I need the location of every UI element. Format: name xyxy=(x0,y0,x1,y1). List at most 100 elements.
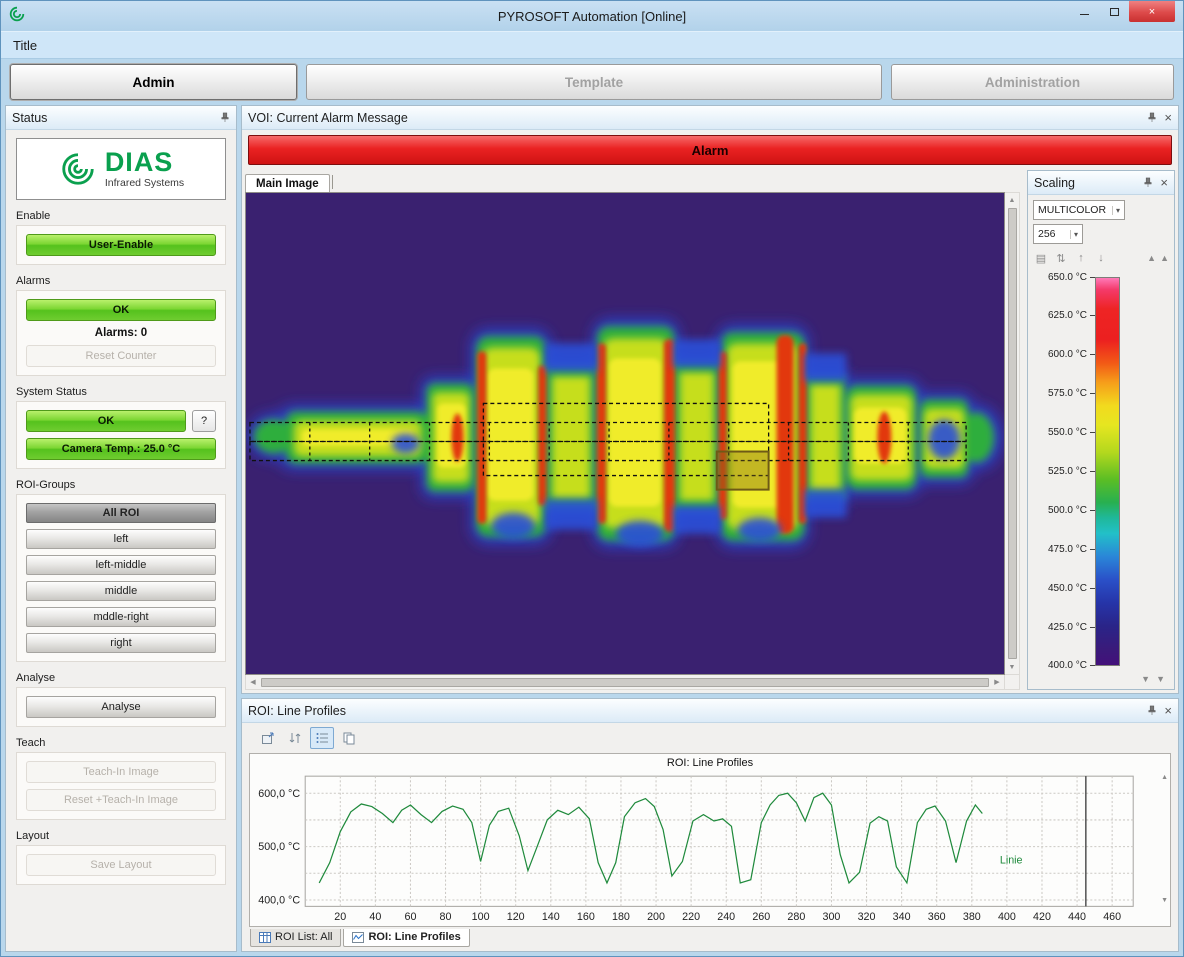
color-scale-bar xyxy=(1095,277,1120,666)
profiles-bottom-tabs: ROI List: All ROI: Line Profiles xyxy=(242,927,1178,951)
scale-tick: 400.0 °C xyxy=(1033,660,1095,672)
scaling-pin-button[interactable] xyxy=(1143,177,1153,188)
close-icon: × xyxy=(1149,6,1155,18)
scale-palette-icon[interactable]: ▤ xyxy=(1033,250,1049,266)
maximize-button[interactable] xyxy=(1099,1,1129,22)
scaling-panel: Scaling × MULTICOLOR ▾ xyxy=(1027,170,1175,690)
roi-highlight-rect xyxy=(717,452,769,490)
tab-line-profiles[interactable]: ROI: Line Profiles xyxy=(343,929,469,947)
alarms-ok-button[interactable]: OK xyxy=(26,299,216,321)
profiles-close-button[interactable]: × xyxy=(1164,704,1172,717)
levels-select[interactable]: 256 ▾ xyxy=(1033,224,1083,244)
svg-text:120: 120 xyxy=(507,911,525,923)
voi-panel-header: VOI: Current Alarm Message × xyxy=(242,106,1178,130)
alarm-banner-wrap: Alarm xyxy=(242,130,1178,170)
user-enable-button[interactable]: User-Enable xyxy=(26,234,216,256)
enable-group: Enable User-Enable xyxy=(16,210,226,265)
profiles-chart-svg[interactable]: 2040608010012014016018020022024026028030… xyxy=(250,771,1170,926)
scale-shift-up-icon[interactable]: ▲ xyxy=(1147,253,1156,263)
scale-tick: 550.0 °C xyxy=(1033,427,1095,439)
save-layout-button[interactable]: Save Layout xyxy=(26,854,216,876)
svg-text:220: 220 xyxy=(682,911,700,923)
app-icon xyxy=(8,5,26,28)
close-icon: × xyxy=(1164,704,1172,717)
tab-administration[interactable]: Administration xyxy=(891,64,1174,100)
analyse-button[interactable]: Analyse xyxy=(26,696,216,718)
system-help-button[interactable]: ? xyxy=(192,410,216,432)
chart-scroll-down-icon[interactable]: ▼ xyxy=(1161,897,1168,904)
voi-close-button[interactable]: × xyxy=(1164,111,1172,124)
scaling-body: MULTICOLOR ▾ 256 ▾ ▤ ⇅ ↑ ↓ xyxy=(1028,195,1174,689)
scale-shift-up2-icon[interactable]: ▲ xyxy=(1160,253,1169,263)
thermal-image-viewport[interactable] xyxy=(245,192,1005,675)
reset-teach-in-image-button[interactable]: Reset +Teach-In Image xyxy=(26,789,216,811)
copy-button[interactable] xyxy=(337,727,361,749)
voi-pin-button[interactable] xyxy=(1147,112,1157,123)
scroll-up-icon[interactable]: ▲ xyxy=(1009,193,1016,207)
scale-autoscale-icon[interactable]: ⇅ xyxy=(1053,250,1069,266)
roi-group-button-right[interactable]: right xyxy=(26,633,216,653)
svg-text:300: 300 xyxy=(823,911,841,923)
export-chart-button[interactable] xyxy=(256,727,280,749)
reset-counter-button[interactable]: Reset Counter xyxy=(26,345,216,367)
svg-text:140: 140 xyxy=(542,911,560,923)
roi-groups-box: All ROI left left-middle middle mddle-right r… xyxy=(16,494,226,662)
tab-main-image[interactable]: Main Image xyxy=(245,174,330,192)
pin-icon xyxy=(1143,177,1153,188)
image-row: Main Image xyxy=(242,170,1178,693)
scroll-left-icon[interactable]: ◀ xyxy=(246,675,260,689)
scale-adjust-toolbar: ▤ ⇅ ↑ ↓ ▲ ▲ xyxy=(1033,250,1169,266)
voi-panel: VOI: Current Alarm Message × Alarm xyxy=(241,105,1179,694)
teach-group: Teach Teach-In Image Reset +Teach-In Ima… xyxy=(16,737,226,820)
palette-select[interactable]: MULTICOLOR ▾ xyxy=(1033,200,1125,220)
svg-text:Linie: Linie xyxy=(1000,855,1023,867)
image-horizontal-scrollbar[interactable]: ◀ ▶ xyxy=(245,675,1005,690)
minimize-button[interactable] xyxy=(1069,1,1099,22)
scroll-down-icon[interactable]: ▼ xyxy=(1009,660,1016,674)
maximize-icon xyxy=(1110,8,1119,16)
scale-min-down-icon[interactable]: ↓ xyxy=(1093,250,1109,266)
scale-shift-down2-icon[interactable]: ▼ xyxy=(1156,674,1165,684)
image-vertical-scrollbar[interactable]: ▲ ▼ xyxy=(1005,192,1020,675)
svg-text:600,0 °C: 600,0 °C xyxy=(258,788,300,800)
system-status-label: System Status xyxy=(16,386,226,398)
roi-group-button-all-roi[interactable]: All ROI xyxy=(26,503,216,523)
teach-group-label: Teach xyxy=(16,737,226,749)
tab-roi-list[interactable]: ROI List: All xyxy=(250,929,341,947)
scrollbar-corner xyxy=(1005,675,1020,690)
svg-text:500,0 °C: 500,0 °C xyxy=(258,841,300,853)
svg-text:280: 280 xyxy=(787,911,805,923)
copy-icon xyxy=(342,731,356,745)
status-pin-button[interactable] xyxy=(220,112,230,123)
scale-shift-down-icon[interactable]: ▼ xyxy=(1141,674,1150,684)
tab-line-profiles-label: ROI: Line Profiles xyxy=(368,931,460,943)
roi-group-button-left[interactable]: left xyxy=(26,529,216,549)
roi-group-button-left-middle[interactable]: left-middle xyxy=(26,555,216,575)
svg-text:400,0 °C: 400,0 °C xyxy=(258,895,300,907)
teach-in-image-button[interactable]: Teach-In Image xyxy=(26,761,216,783)
roi-group-button-mddle-right[interactable]: mddle-right xyxy=(26,607,216,627)
alarm-count: Alarms: 0 xyxy=(26,327,216,339)
scroll-right-icon[interactable]: ▶ xyxy=(990,675,1004,689)
svg-text:320: 320 xyxy=(858,911,876,923)
system-ok-button[interactable]: OK xyxy=(26,410,186,432)
chart-scroll-up-icon[interactable]: ▲ xyxy=(1161,774,1168,781)
tab-template[interactable]: Template xyxy=(306,64,882,100)
profiles-pin-button[interactable] xyxy=(1147,705,1157,716)
pin-icon xyxy=(220,112,230,123)
sort-button[interactable] xyxy=(283,727,307,749)
status-panel: Status DIAS Infrared Systems Enable xyxy=(5,105,237,952)
dias-logo-name: DIAS xyxy=(105,149,184,176)
camera-temp-button[interactable]: Camera Temp.: 25.0 °C xyxy=(26,438,216,460)
scale-max-up-icon[interactable]: ↑ xyxy=(1073,250,1089,266)
list-view-button[interactable] xyxy=(310,727,334,749)
roi-group-button-middle[interactable]: middle xyxy=(26,581,216,601)
close-icon: × xyxy=(1164,111,1172,124)
hscroll-thumb[interactable] xyxy=(261,678,989,687)
thermal-image xyxy=(246,193,1004,674)
tab-admin[interactable]: Admin xyxy=(10,64,297,100)
svg-text:60: 60 xyxy=(404,911,416,923)
close-button[interactable]: × xyxy=(1129,1,1175,22)
vscroll-thumb[interactable] xyxy=(1008,208,1017,659)
scaling-close-button[interactable]: × xyxy=(1160,176,1168,189)
